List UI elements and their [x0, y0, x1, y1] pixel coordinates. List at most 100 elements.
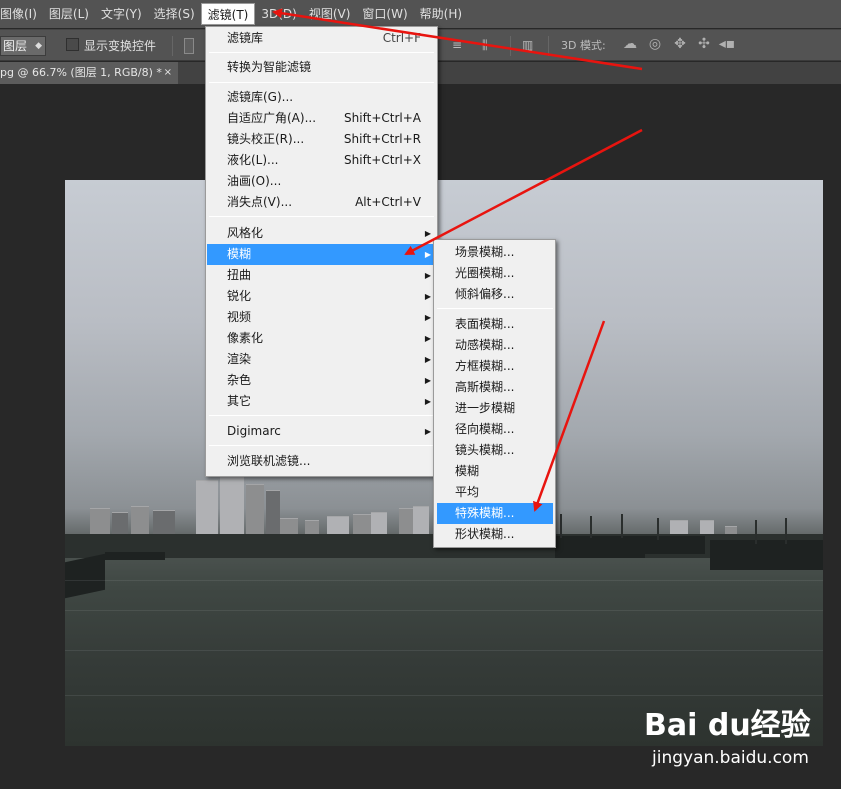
submenu-item-box-blur[interactable]: 方框模糊...: [437, 356, 553, 377]
submenu-item-radial-blur[interactable]: 径向模糊...: [437, 419, 553, 440]
menu-item-noise[interactable]: 杂色 ▶: [207, 370, 436, 391]
submenu-arrow-icon: ▶: [424, 397, 431, 406]
water-ripple: [65, 580, 823, 581]
menu-item-browse-filters-online[interactable]: 浏览联机滤镜...: [207, 451, 436, 472]
submenu-item-blur[interactable]: 模糊: [437, 461, 553, 482]
menu-separator: [209, 415, 434, 416]
distribute-h-icon[interactable]: ⫼: [482, 38, 498, 54]
menu-item-shortcut: Shift+Ctrl+R: [343, 132, 421, 146]
menu-filter[interactable]: 滤镜(T): [200, 3, 256, 25]
menu-item-label: Digimarc: [227, 424, 281, 438]
menu-item-stylize[interactable]: 风格化 ▶: [207, 223, 436, 244]
submenu-arrow-icon: ▶: [424, 313, 431, 322]
submenu-arrow-icon: ▶: [424, 271, 431, 280]
submenu-item-field-blur[interactable]: 场景模糊...: [437, 242, 553, 263]
building: [112, 512, 128, 536]
baidu-watermark-logo: Bai du经验: [644, 708, 811, 743]
menu-item-label: 扭曲: [227, 268, 252, 282]
menu-item-convert-smart-filter[interactable]: 转换为智能滤镜: [207, 57, 436, 78]
submenu-arrow-icon: ▶: [424, 250, 431, 259]
menu-layer[interactable]: 图层(L): [43, 3, 95, 25]
auto-align-icon[interactable]: ▥: [522, 38, 538, 54]
submenu-item-lens-blur[interactable]: 镜头模糊...: [437, 440, 553, 461]
submenu-item-motion-blur[interactable]: 动感模糊...: [437, 335, 553, 356]
submenu-arrow-icon: ▶: [424, 229, 431, 238]
menu-item-adaptive-wide-angle[interactable]: 自适应广角(A)... Shift+Ctrl+A: [207, 108, 436, 129]
water-ripple: [65, 695, 823, 696]
menu-item-label: 液化(L)...: [227, 153, 279, 167]
submenu-item-shape-blur[interactable]: 形状模糊...: [437, 524, 553, 545]
3d-pan-icon[interactable]: ✥: [671, 35, 689, 53]
menu-item-blur[interactable]: 模糊 ▶: [207, 244, 436, 265]
menu-separator: [209, 52, 434, 53]
close-icon[interactable]: ×: [164, 62, 172, 84]
distribute-icon[interactable]: ≡: [452, 38, 468, 54]
submenu-item-iris-blur[interactable]: 光圈模糊...: [437, 263, 553, 284]
menu-3d[interactable]: 3D(D): [255, 3, 302, 25]
menu-item-filter-gallery-last[interactable]: 滤镜库 Ctrl+F: [207, 28, 436, 49]
menu-item-render[interactable]: 渲染 ▶: [207, 349, 436, 370]
layer-select-value: 图层: [3, 39, 28, 53]
layer-select[interactable]: 图层 ◆: [0, 36, 46, 56]
menu-item-label: 杂色: [227, 373, 252, 387]
menu-separator: [209, 82, 434, 83]
3d-scale-icon[interactable]: ◂▪: [718, 35, 736, 53]
divider: [548, 36, 549, 56]
menu-item-label: 锐化: [227, 289, 252, 303]
menu-item-label: 油画(O)...: [227, 174, 282, 188]
menu-item-distort[interactable]: 扭曲 ▶: [207, 265, 436, 286]
menu-window[interactable]: 窗口(W): [356, 3, 413, 25]
menu-item-shortcut: Alt+Ctrl+V: [355, 195, 421, 209]
boat-mast: [657, 518, 659, 540]
menu-item-video[interactable]: 视频 ▶: [207, 307, 436, 328]
boat: [105, 552, 165, 560]
menu-item-label: 转换为智能滤镜: [227, 60, 312, 74]
show-transform-checkbox[interactable]: [66, 38, 79, 51]
divider: [510, 36, 511, 56]
menu-type[interactable]: 文字(Y): [95, 3, 148, 25]
3d-slide-icon[interactable]: ✣: [695, 35, 713, 53]
submenu-item-tilt-shift[interactable]: 倾斜偏移...: [437, 284, 553, 305]
baidu-watermark-url: jingyan.baidu.com: [652, 748, 809, 768]
menu-item-oil-paint[interactable]: 油画(O)...: [207, 171, 436, 192]
menu-item-label: 像素化: [227, 331, 264, 345]
submenu-arrow-icon: ▶: [424, 427, 431, 436]
boat: [710, 540, 823, 570]
submenu-item-average[interactable]: 平均: [437, 482, 553, 503]
3d-mode-label: 3D 模式:: [561, 39, 606, 52]
water-ripple: [65, 610, 823, 611]
menu-item-shortcut: Ctrl+F: [382, 31, 421, 45]
menu-image[interactable]: 图像(I): [0, 3, 43, 25]
menu-item-digimarc[interactable]: Digimarc ▶: [207, 421, 436, 442]
submenu-arrow-icon: ▶: [424, 376, 431, 385]
building: [131, 506, 149, 536]
menu-item-pixelate[interactable]: 像素化 ▶: [207, 328, 436, 349]
submenu-item-blur-more[interactable]: 进一步模糊: [437, 398, 553, 419]
menu-separator: [437, 308, 553, 309]
menu-item-lens-correction[interactable]: 镜头校正(R)... Shift+Ctrl+R: [207, 129, 436, 150]
building: [413, 506, 429, 536]
menu-item-label: 滤镜库(G)...: [227, 90, 294, 104]
submenu-item-gaussian-blur[interactable]: 高斯模糊...: [437, 377, 553, 398]
menu-item-sharpen[interactable]: 锐化 ▶: [207, 286, 436, 307]
menu-item-filter-gallery[interactable]: 滤镜库(G)...: [207, 87, 436, 108]
boat-mast: [621, 514, 623, 538]
menu-item-other[interactable]: 其它 ▶: [207, 391, 436, 412]
3d-roll-icon[interactable]: ◎: [646, 35, 664, 53]
menu-item-label: 镜头校正(R)...: [227, 132, 305, 146]
3d-rotate-icon[interactable]: ☁: [621, 35, 639, 53]
menu-select[interactable]: 选择(S): [148, 3, 201, 25]
submenu-arrow-icon: ▶: [424, 355, 431, 364]
menu-bar: 图像(I) 图层(L) 文字(Y) 选择(S) 滤镜(T) 3D(D) 视图(V…: [0, 0, 841, 28]
menu-item-liquify[interactable]: 液化(L)... Shift+Ctrl+X: [207, 150, 436, 171]
menu-item-vanishing-point[interactable]: 消失点(V)... Alt+Ctrl+V: [207, 192, 436, 213]
submenu-item-smart-blur[interactable]: 特殊模糊...: [437, 503, 553, 524]
document-tab[interactable]: pg @ 66.7% (图层 1, RGB/8) * ×: [0, 62, 178, 84]
building: [327, 516, 349, 536]
boat-mast: [755, 520, 757, 544]
menu-separator: [209, 445, 434, 446]
submenu-item-surface-blur[interactable]: 表面模糊...: [437, 314, 553, 335]
menu-help[interactable]: 帮助(H): [414, 3, 468, 25]
align-icon[interactable]: [184, 38, 194, 54]
menu-view[interactable]: 视图(V): [303, 3, 357, 25]
